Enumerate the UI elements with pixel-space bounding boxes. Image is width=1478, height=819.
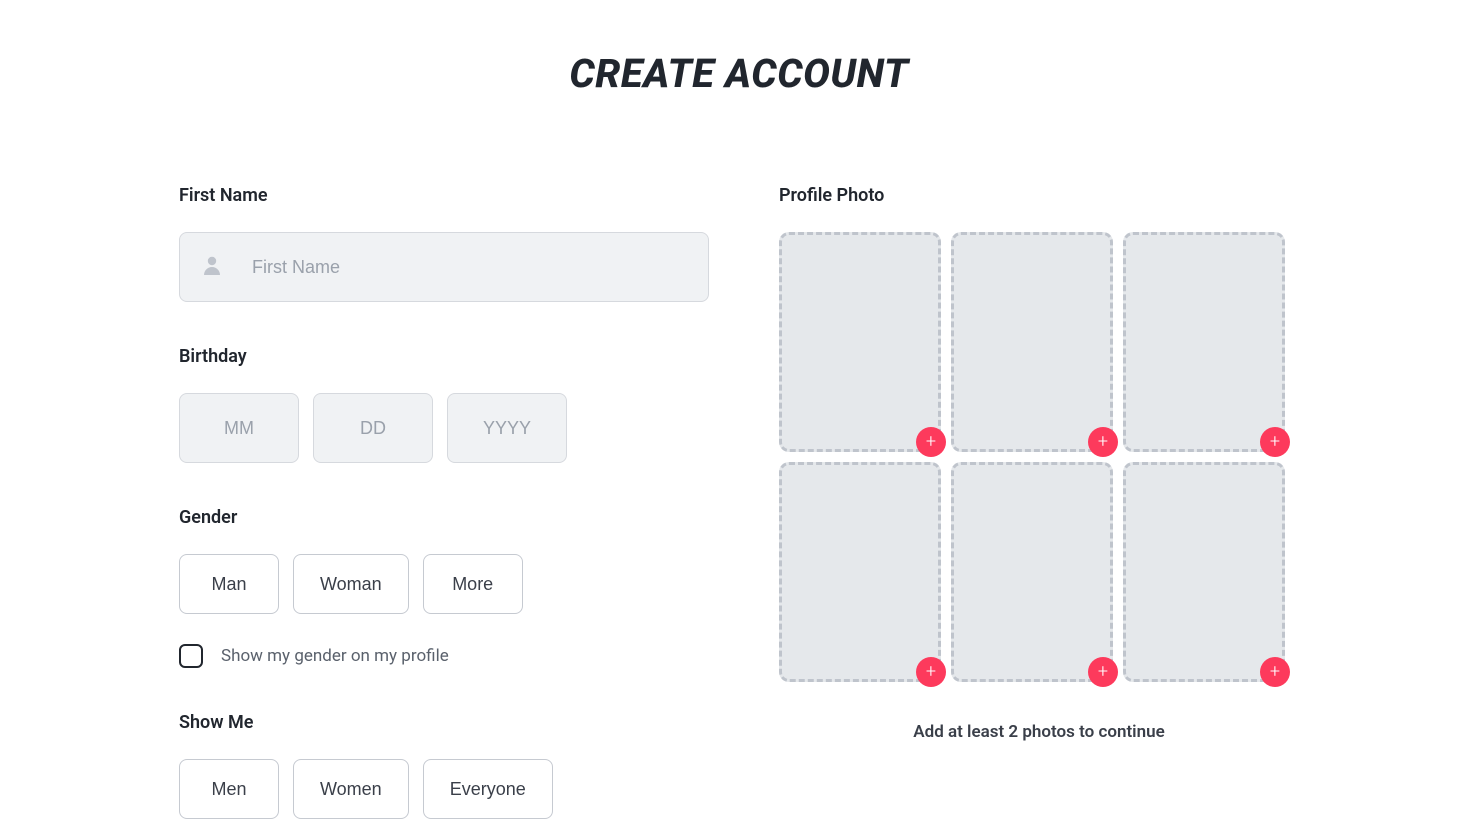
show-gender-checkbox[interactable]	[179, 644, 203, 668]
first-name-label: First Name	[179, 185, 709, 206]
gender-label: Gender	[179, 507, 709, 528]
add-photo-button[interactable]: +	[1260, 657, 1290, 687]
add-photo-button[interactable]: +	[1088, 427, 1118, 457]
add-photo-button[interactable]: +	[916, 427, 946, 457]
birthday-year-input[interactable]	[447, 393, 567, 463]
page-title: CREATE ACCOUNT	[0, 50, 1478, 97]
show-gender-label: Show my gender on my profile	[221, 646, 449, 666]
photo-slot-4[interactable]: +	[779, 462, 941, 682]
show-me-option-men[interactable]: Men	[179, 759, 279, 819]
gender-section: Gender Man Woman More Show my gender on …	[179, 507, 709, 668]
person-icon	[200, 253, 224, 281]
first-name-section: First Name	[179, 185, 709, 302]
birthday-month-input[interactable]	[179, 393, 299, 463]
plus-icon: +	[1098, 433, 1108, 451]
add-photo-button[interactable]: +	[1088, 657, 1118, 687]
first-name-input-wrap[interactable]	[179, 232, 709, 302]
first-name-input[interactable]	[252, 257, 688, 278]
photo-grid: + + + + + +	[779, 232, 1299, 682]
show-me-label: Show Me	[179, 712, 709, 733]
show-me-option-everyone[interactable]: Everyone	[423, 759, 553, 819]
gender-option-woman[interactable]: Woman	[293, 554, 409, 614]
profile-photo-label: Profile Photo	[779, 185, 1299, 206]
photo-slot-3[interactable]: +	[1123, 232, 1285, 452]
plus-icon: +	[926, 663, 936, 681]
plus-icon: +	[1270, 433, 1280, 451]
photo-slot-1[interactable]: +	[779, 232, 941, 452]
plus-icon: +	[1098, 663, 1108, 681]
photo-slot-6[interactable]: +	[1123, 462, 1285, 682]
photo-hint: Add at least 2 photos to continue	[779, 722, 1299, 742]
plus-icon: +	[1270, 663, 1280, 681]
photo-slot-5[interactable]: +	[951, 462, 1113, 682]
birthday-day-input[interactable]	[313, 393, 433, 463]
birthday-section: Birthday	[179, 346, 709, 463]
add-photo-button[interactable]: +	[1260, 427, 1290, 457]
gender-option-more[interactable]: More	[423, 554, 523, 614]
photo-slot-2[interactable]: +	[951, 232, 1113, 452]
add-photo-button[interactable]: +	[916, 657, 946, 687]
show-me-option-women[interactable]: Women	[293, 759, 409, 819]
gender-option-man[interactable]: Man	[179, 554, 279, 614]
birthday-label: Birthday	[179, 346, 709, 367]
plus-icon: +	[926, 433, 936, 451]
